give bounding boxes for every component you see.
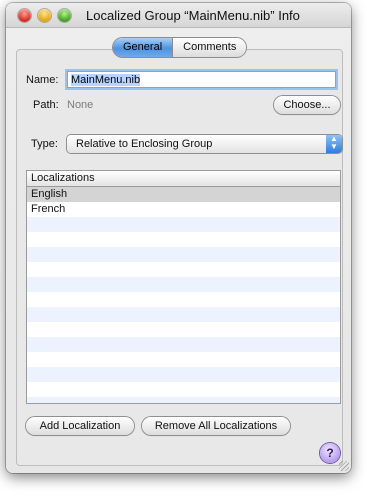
localizations-column-header[interactable]: Localizations bbox=[27, 171, 340, 187]
table-row-empty bbox=[27, 277, 340, 292]
localizations-table[interactable]: Localizations English French bbox=[26, 170, 341, 404]
table-row-empty bbox=[27, 307, 340, 322]
zoom-window-button[interactable] bbox=[58, 9, 71, 22]
window-title: Localized Group “MainMenu.nib” Info bbox=[86, 8, 300, 23]
table-row[interactable]: English bbox=[27, 187, 340, 202]
table-row-empty bbox=[27, 382, 340, 397]
minimize-window-button[interactable] bbox=[38, 9, 51, 22]
tab-comments[interactable]: Comments bbox=[172, 38, 247, 57]
table-row-empty bbox=[27, 262, 340, 277]
help-button[interactable]: ? bbox=[320, 443, 340, 463]
resize-grip[interactable] bbox=[339, 461, 349, 471]
table-row-empty bbox=[27, 217, 340, 232]
table-row-empty bbox=[27, 367, 340, 382]
table-row-empty bbox=[27, 247, 340, 262]
type-popup[interactable]: Relative to Enclosing Group ▲ ▼ bbox=[67, 135, 342, 153]
table-row[interactable]: French bbox=[27, 202, 340, 217]
add-localization-button[interactable]: Add Localization bbox=[26, 417, 134, 435]
table-row-empty bbox=[27, 232, 340, 247]
type-label: Type: bbox=[31, 138, 58, 150]
table-row-empty bbox=[27, 322, 340, 337]
path-label: Path: bbox=[33, 99, 59, 111]
close-window-button[interactable] bbox=[18, 9, 31, 22]
name-field-value: MainMenu.nib bbox=[71, 74, 141, 86]
tab-bar: General Comments bbox=[113, 38, 247, 57]
tab-general[interactable]: General bbox=[113, 38, 173, 57]
table-row-empty bbox=[27, 292, 340, 307]
name-field[interactable]: MainMenu.nib bbox=[67, 71, 336, 88]
popup-arrows-icon: ▲ ▼ bbox=[326, 135, 342, 153]
path-value: None bbox=[67, 99, 94, 111]
title-bar[interactable]: Localized Group “MainMenu.nib” Info bbox=[6, 3, 351, 28]
table-row-empty bbox=[27, 352, 340, 367]
choose-button[interactable]: Choose... bbox=[274, 96, 340, 114]
table-row-empty bbox=[27, 337, 340, 352]
remove-all-localizations-button[interactable]: Remove All Localizations bbox=[142, 417, 290, 435]
info-window: Localized Group “MainMenu.nib” Info Gene… bbox=[6, 3, 351, 473]
name-label: Name: bbox=[26, 74, 59, 86]
type-popup-value: Relative to Enclosing Group bbox=[76, 138, 213, 150]
table-row-empty bbox=[27, 397, 340, 403]
